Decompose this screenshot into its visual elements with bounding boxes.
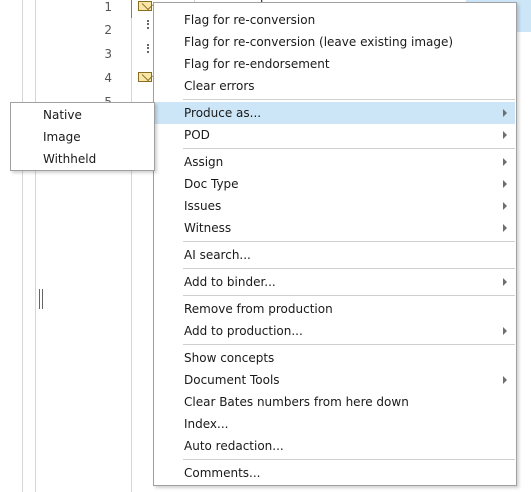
submenu-item-label: Image — [43, 130, 81, 144]
menu-item-label: Issues — [184, 199, 222, 213]
row-number: 2 — [104, 23, 112, 37]
tree-connector — [147, 44, 151, 53]
menu-separator — [183, 99, 515, 100]
menu-item-flag-reconversion-keep-image[interactable]: Flag for re-conversion (leave existing i… — [155, 31, 515, 53]
menu-item-index[interactable]: Index... — [155, 413, 515, 435]
menu-item-label: Flag for re-conversion — [184, 13, 316, 27]
menu-item-label: Auto redaction... — [184, 439, 284, 453]
menu-item-label: Witness — [184, 221, 232, 235]
submenu-arrow-icon — [503, 180, 507, 188]
menu-item-flag-reconversion[interactable]: Flag for re-conversion — [155, 9, 515, 31]
row-number: 1 — [104, 0, 112, 14]
submenu-item-native[interactable]: Native — [12, 104, 153, 126]
submenu-arrow-icon — [503, 224, 507, 232]
menu-item-label: Doc Type — [184, 177, 239, 191]
menu-item-label: Flag for re-conversion (leave existing i… — [184, 35, 454, 49]
menu-item-document-tools[interactable]: Document Tools — [155, 369, 515, 391]
submenu-arrow-icon — [503, 109, 507, 117]
menu-item-clear-bates[interactable]: Clear Bates numbers from here down — [155, 391, 515, 413]
menu-item-label: Add to binder... — [184, 275, 276, 289]
context-menu: Flag for re-conversion Flag for re-conve… — [153, 2, 517, 486]
menu-separator — [183, 241, 515, 242]
menu-item-label: Produce as... — [184, 106, 262, 120]
submenu-item-withheld[interactable]: Withheld — [12, 148, 153, 170]
menu-item-auto-redaction[interactable]: Auto redaction... — [155, 435, 515, 457]
grid-line — [131, 0, 132, 18]
submenu-arrow-icon — [503, 202, 507, 210]
menu-item-label: Document Tools — [184, 373, 280, 387]
mail-icon — [138, 1, 152, 11]
grid-line — [22, 0, 23, 492]
menu-item-pod[interactable]: POD — [155, 124, 515, 146]
menu-item-show-concepts[interactable]: Show concepts — [155, 347, 515, 369]
menu-item-label: POD — [184, 128, 210, 142]
mail-icon — [138, 72, 152, 82]
menu-item-label: Remove from production — [184, 302, 333, 316]
grid-line — [131, 18, 132, 492]
submenu-item-label: Native — [43, 108, 82, 122]
menu-item-doc-type[interactable]: Doc Type — [155, 173, 515, 195]
splitter-handle-icon[interactable] — [39, 289, 43, 309]
grid-line — [35, 0, 36, 492]
menu-item-produce-as[interactable]: Produce as... — [155, 102, 515, 124]
menu-item-flag-reendorsement[interactable]: Flag for re-endorsement — [155, 53, 515, 75]
menu-separator — [183, 148, 515, 149]
menu-item-label: Assign — [184, 155, 224, 169]
tree-connector — [147, 20, 151, 29]
menu-separator — [183, 344, 515, 345]
menu-item-remove-from-production[interactable]: Remove from production — [155, 298, 515, 320]
menu-item-comments[interactable]: Comments... — [155, 462, 515, 484]
submenu-arrow-icon — [503, 376, 507, 384]
submenu-item-image[interactable]: Image — [12, 126, 153, 148]
produce-as-submenu: Native Image Withheld — [10, 102, 155, 171]
menu-item-label: Index... — [184, 417, 229, 431]
submenu-arrow-icon — [503, 131, 507, 139]
menu-item-label: Add to production... — [184, 324, 303, 338]
menu-item-issues[interactable]: Issues — [155, 195, 515, 217]
submenu-item-label: Withheld — [43, 152, 97, 166]
menu-item-label: Clear errors — [184, 79, 255, 93]
menu-item-clear-errors[interactable]: Clear errors — [155, 75, 515, 97]
menu-item-label: Comments... — [184, 466, 261, 480]
submenu-arrow-icon — [503, 327, 507, 335]
submenu-arrow-icon — [503, 278, 507, 286]
row-number: 4 — [104, 71, 112, 85]
menu-item-label: AI search... — [184, 248, 251, 262]
submenu-arrow-icon — [503, 158, 507, 166]
menu-item-assign[interactable]: Assign — [155, 151, 515, 173]
menu-separator — [183, 459, 515, 460]
menu-separator — [183, 295, 515, 296]
menu-item-add-to-binder[interactable]: Add to binder... — [155, 271, 515, 293]
menu-item-label: Flag for re-endorsement — [184, 57, 330, 71]
menu-item-ai-search[interactable]: AI search... — [155, 244, 515, 266]
row-number: 3 — [104, 47, 112, 61]
menu-item-add-to-production[interactable]: Add to production... — [155, 320, 515, 342]
menu-separator — [183, 268, 515, 269]
menu-item-label: Show concepts — [184, 351, 275, 365]
menu-item-label: Clear Bates numbers from here down — [184, 395, 409, 409]
menu-item-witness[interactable]: Witness — [155, 217, 515, 239]
